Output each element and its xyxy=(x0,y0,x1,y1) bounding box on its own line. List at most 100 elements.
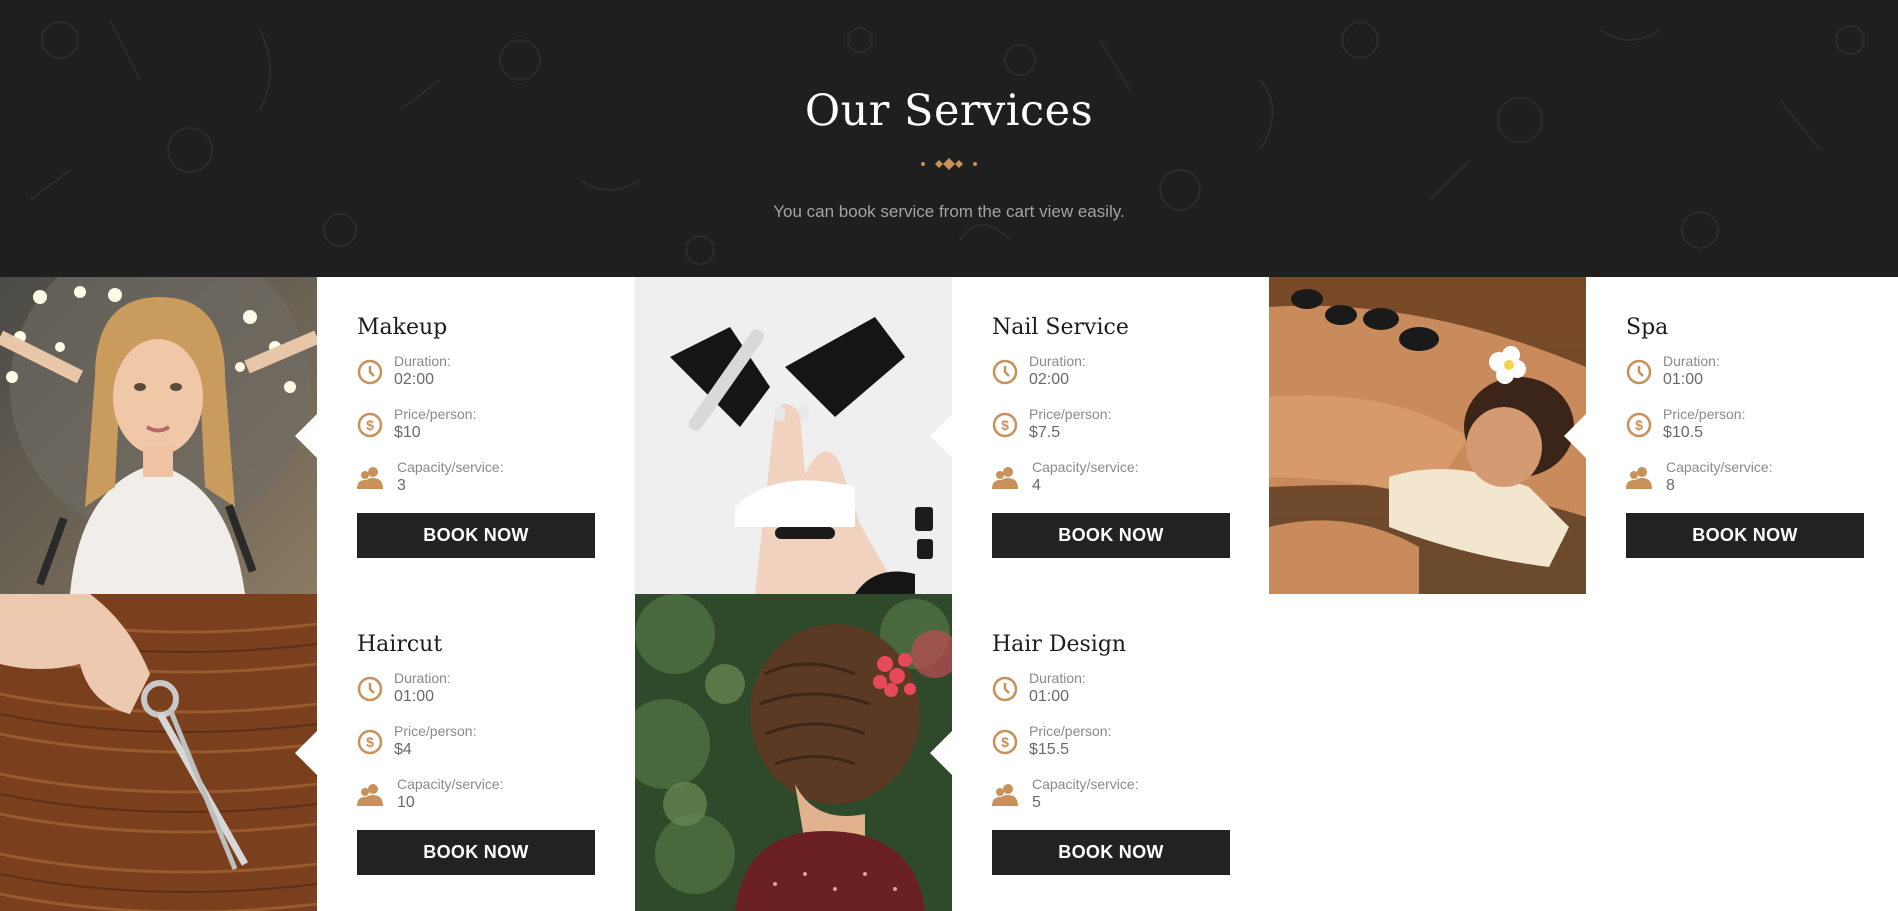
hair-design-photo xyxy=(635,594,952,911)
duration-row: Duration: 02:00 xyxy=(357,353,607,397)
price-row: $ Price/person: $4 xyxy=(357,723,607,767)
duration-label: Duration: xyxy=(1663,353,1720,369)
duration-value: 02:00 xyxy=(1029,371,1070,388)
svg-text:$: $ xyxy=(1635,417,1643,433)
price-value: $4 xyxy=(394,741,412,758)
photo-notch xyxy=(295,731,317,775)
capacity-value: 3 xyxy=(397,477,406,494)
users-icon xyxy=(992,467,1018,489)
page-title: Our Services xyxy=(804,86,1094,136)
beauty-pattern-background xyxy=(29,19,1865,265)
duration-row: Duration: 01:00 xyxy=(992,670,1242,714)
svg-text:$: $ xyxy=(1001,417,1009,433)
users-icon xyxy=(357,784,383,806)
photo-notch xyxy=(295,414,317,458)
dollar-icon: $ xyxy=(1626,412,1652,438)
capacity-row: Capacity/service: 5 xyxy=(992,776,1242,820)
photo-notch xyxy=(930,414,952,458)
duration-row: Duration: 01:00 xyxy=(357,670,607,714)
duration-label: Duration: xyxy=(394,353,451,369)
clock-icon xyxy=(357,676,383,702)
duration-value: 01:00 xyxy=(1029,688,1070,705)
duration-label: Duration: xyxy=(394,670,451,686)
price-label: Price/person: xyxy=(1663,406,1746,422)
makeup-photo xyxy=(0,277,317,594)
book-now-button[interactable]: BOOK NOW xyxy=(357,513,595,558)
book-now-button[interactable]: BOOK NOW xyxy=(357,830,595,875)
duration-value: 01:00 xyxy=(1663,371,1704,388)
users-icon xyxy=(357,467,383,489)
users-icon xyxy=(1626,467,1652,489)
service-info: Haircut Duration: 01:00 $ Price/person: … xyxy=(357,594,607,911)
duration-row: Duration: 02:00 xyxy=(992,353,1242,397)
clock-icon xyxy=(992,676,1018,702)
price-label: Price/person: xyxy=(394,406,477,422)
diamond-divider-icon xyxy=(0,154,1898,174)
duration-value: 02:00 xyxy=(394,371,435,388)
clock-icon xyxy=(1626,359,1652,385)
users-icon xyxy=(992,784,1018,806)
duration-label: Duration: xyxy=(1029,670,1086,686)
capacity-row: Capacity/service: 8 xyxy=(1626,459,1876,503)
book-now-button[interactable]: BOOK NOW xyxy=(992,513,1230,558)
service-info: Spa Duration: 01:00 $ Price/person: $10.… xyxy=(1626,277,1876,594)
svg-text:$: $ xyxy=(366,417,374,433)
service-info: Makeup Duration: 02:00 $ Price/person: $… xyxy=(357,277,607,594)
capacity-label: Capacity/service: xyxy=(1032,776,1139,792)
duration-value: 01:00 xyxy=(394,688,435,705)
services-header: Our Services You can book service from t… xyxy=(0,0,1898,277)
service-card-makeup: Makeup Duration: 02:00 $ Price/person: $… xyxy=(0,277,635,594)
clock-icon xyxy=(357,359,383,385)
services-grid: Makeup Duration: 02:00 $ Price/person: $… xyxy=(0,277,1898,911)
capacity-label: Capacity/service: xyxy=(1666,459,1773,475)
capacity-row: Capacity/service: 4 xyxy=(992,459,1242,503)
service-title: Haircut xyxy=(357,632,443,657)
dollar-icon: $ xyxy=(992,729,1018,755)
dollar-icon: $ xyxy=(992,412,1018,438)
service-info: Nail Service Duration: 02:00 $ Price/per… xyxy=(992,277,1242,594)
capacity-label: Capacity/service: xyxy=(1032,459,1139,475)
service-card-haircut: Haircut Duration: 01:00 $ Price/person: … xyxy=(0,594,635,911)
book-now-button[interactable]: BOOK NOW xyxy=(992,830,1230,875)
price-label: Price/person: xyxy=(394,723,477,739)
capacity-value: 8 xyxy=(1666,477,1675,494)
service-info: Hair Design Duration: 01:00 $ Price/pers… xyxy=(992,594,1242,911)
price-value: $10 xyxy=(394,424,421,441)
book-now-button[interactable]: BOOK NOW xyxy=(1626,513,1864,558)
price-value: $10.5 xyxy=(1663,424,1704,441)
service-card-nail-service: Nail Service Duration: 02:00 $ Price/per… xyxy=(635,277,1270,594)
duration-label: Duration: xyxy=(1029,353,1086,369)
haircut-photo xyxy=(0,594,317,911)
svg-text:$: $ xyxy=(366,734,374,750)
price-label: Price/person: xyxy=(1029,406,1112,422)
price-row: $ Price/person: $10 xyxy=(357,406,607,450)
page-subtitle: You can book service from the cart view … xyxy=(773,202,1125,221)
capacity-label: Capacity/service: xyxy=(397,459,504,475)
photo-notch xyxy=(1564,414,1586,458)
capacity-row: Capacity/service: 3 xyxy=(357,459,607,503)
photo-notch xyxy=(930,731,952,775)
capacity-label: Capacity/service: xyxy=(397,776,504,792)
capacity-value: 10 xyxy=(397,794,415,811)
service-title: Hair Design xyxy=(992,632,1127,657)
dollar-icon: $ xyxy=(357,729,383,755)
clock-icon xyxy=(992,359,1018,385)
capacity-row: Capacity/service: 10 xyxy=(357,776,607,820)
price-label: Price/person: xyxy=(1029,723,1112,739)
price-row: $ Price/person: $7.5 xyxy=(992,406,1242,450)
nail-photo xyxy=(635,277,952,594)
spa-photo xyxy=(1269,277,1586,594)
service-card-spa: Spa Duration: 01:00 $ Price/person: $10.… xyxy=(1269,277,1898,594)
price-row: $ Price/person: $15.5 xyxy=(992,723,1242,767)
price-value: $7.5 xyxy=(1029,424,1061,441)
dollar-icon: $ xyxy=(357,412,383,438)
capacity-value: 5 xyxy=(1032,794,1041,811)
price-row: $ Price/person: $10.5 xyxy=(1626,406,1876,450)
service-title: Nail Service xyxy=(992,315,1129,340)
service-title: Makeup xyxy=(357,315,448,340)
service-title: Spa xyxy=(1626,315,1669,340)
duration-row: Duration: 01:00 xyxy=(1626,353,1876,397)
svg-text:$: $ xyxy=(1001,734,1009,750)
price-value: $15.5 xyxy=(1029,741,1070,758)
capacity-value: 4 xyxy=(1032,477,1041,494)
